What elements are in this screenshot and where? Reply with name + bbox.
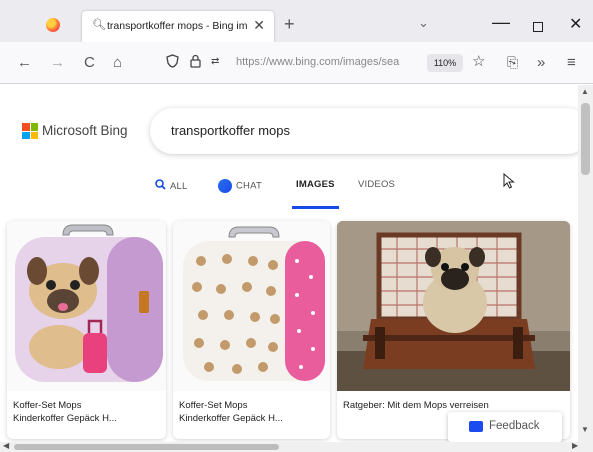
tab-all[interactable]: ALL [155,179,188,209]
tab-videos[interactable]: VIDEOS [358,179,395,209]
browser-navbar: ← → C ⌂ ⇄ https://www.bing.com/images/se… [0,42,593,84]
bing-brand-text: Microsoft Bing [42,123,128,138]
image-result-card[interactable]: Koffer-Set Mops Kinderkoffer Gepäck H... [7,221,166,439]
window-maximize-button[interactable] [533,22,543,32]
forward-arrow-icon[interactable]: → [50,54,65,71]
tab-images[interactable]: IMAGES [292,179,339,209]
result-caption-line: Ratgeber: Mit dem Mops verreisen [343,400,489,411]
tab-close-button[interactable]: ✕ [253,17,265,34]
vertical-scroll-thumb[interactable] [581,103,590,175]
horizontal-scroll-thumb[interactable] [14,444,279,450]
browser-tab[interactable]: 🔍︎ transportkoffer mops - Bing im ✕ [82,11,274,42]
tab-chat[interactable]: CHAT [218,179,262,209]
image-result-card[interactable]: Ratgeber: Mit dem Mops verreisen [337,221,570,439]
scroll-right-icon[interactable]: ▶ [572,441,578,450]
permissions-icon[interactable]: ⇄ [211,56,219,67]
tab-list-chevron-icon[interactable]: ⌄ [418,15,429,31]
result-thumbnail[interactable] [173,221,330,391]
reload-icon[interactable]: C [84,54,95,71]
search-icon [155,179,166,192]
zoom-level-button[interactable]: 110% [427,54,463,72]
tab-chat-label: CHAT [236,180,262,192]
tab-title: transportkoffer mops - Bing im [107,20,247,32]
tab-images-label: IMAGES [296,179,335,190]
firefox-logo-icon[interactable] [46,18,60,32]
browser-titlebar: 🔍︎ transportkoffer mops - Bing im ✕ + ⌄ … [0,0,593,42]
search-query[interactable]: transportkoffer mops [171,123,290,138]
search-scope-tabs: ALL CHAT IMAGES VIDEOS [155,179,455,209]
feedback-label: Feedback [489,420,540,432]
image-result-card[interactable]: Koffer-Set Mops Kinderkoffer Gepäck H... [173,221,330,439]
result-caption[interactable]: Koffer-Set Mops Kinderkoffer Gepäck H... [179,399,324,425]
mouse-cursor-icon [503,172,515,192]
url-bar[interactable]: ⇄ https://www.bing.com/images/sea 110% ☆ [154,50,499,76]
result-caption-line: Kinderkoffer Gepäck H... [13,413,117,424]
result-caption-line: Koffer-Set Mops [179,400,248,411]
back-arrow-icon[interactable]: ← [17,54,32,71]
bing-results-page: Microsoft Bing transportkoffer mops ALL … [0,85,578,442]
overflow-chevron-icon[interactable]: » [537,54,545,71]
result-thumbnail[interactable] [7,221,166,391]
bookmark-star-icon[interactable]: ☆ [472,52,485,70]
scroll-up-icon[interactable]: ▲ [581,87,589,96]
feedback-chat-icon [469,421,483,432]
result-thumbnail[interactable] [337,221,570,391]
feedback-button[interactable]: Feedback [448,412,562,442]
tab-all-label: ALL [170,181,188,192]
search-input[interactable]: transportkoffer mops [150,108,578,154]
scroll-down-icon[interactable]: ▼ [581,425,589,434]
url-text[interactable]: https://www.bing.com/images/sea [236,56,421,68]
horizontal-scrollbar[interactable]: ◀ ▶ [0,441,593,452]
window-close-button[interactable]: ✕ [569,14,582,34]
home-icon[interactable]: ⌂ [113,54,122,71]
result-caption[interactable]: Ratgeber: Mit dem Mops verreisen [343,399,568,412]
new-tab-button[interactable]: + [284,14,295,35]
search-favicon-icon: 🔍︎ [92,19,106,31]
window-minimize-button[interactable]: — [492,12,510,33]
lock-icon[interactable] [190,54,201,71]
vertical-scrollbar[interactable]: ▲ ▼ [578,85,593,442]
result-caption[interactable]: Koffer-Set Mops Kinderkoffer Gepäck H... [13,399,158,425]
microsoft-logo-icon [22,123,38,139]
chat-icon [218,179,232,193]
hamburger-menu-icon[interactable]: ≡ [567,54,576,71]
result-caption-line: Koffer-Set Mops [13,400,82,411]
tracking-shield-icon[interactable] [166,54,179,71]
result-caption-line: Kinderkoffer Gepäck H... [179,413,283,424]
tab-videos-label: VIDEOS [358,179,396,190]
extensions-icon[interactable]: ⎘ [507,54,518,71]
scroll-left-icon[interactable]: ◀ [3,441,9,450]
